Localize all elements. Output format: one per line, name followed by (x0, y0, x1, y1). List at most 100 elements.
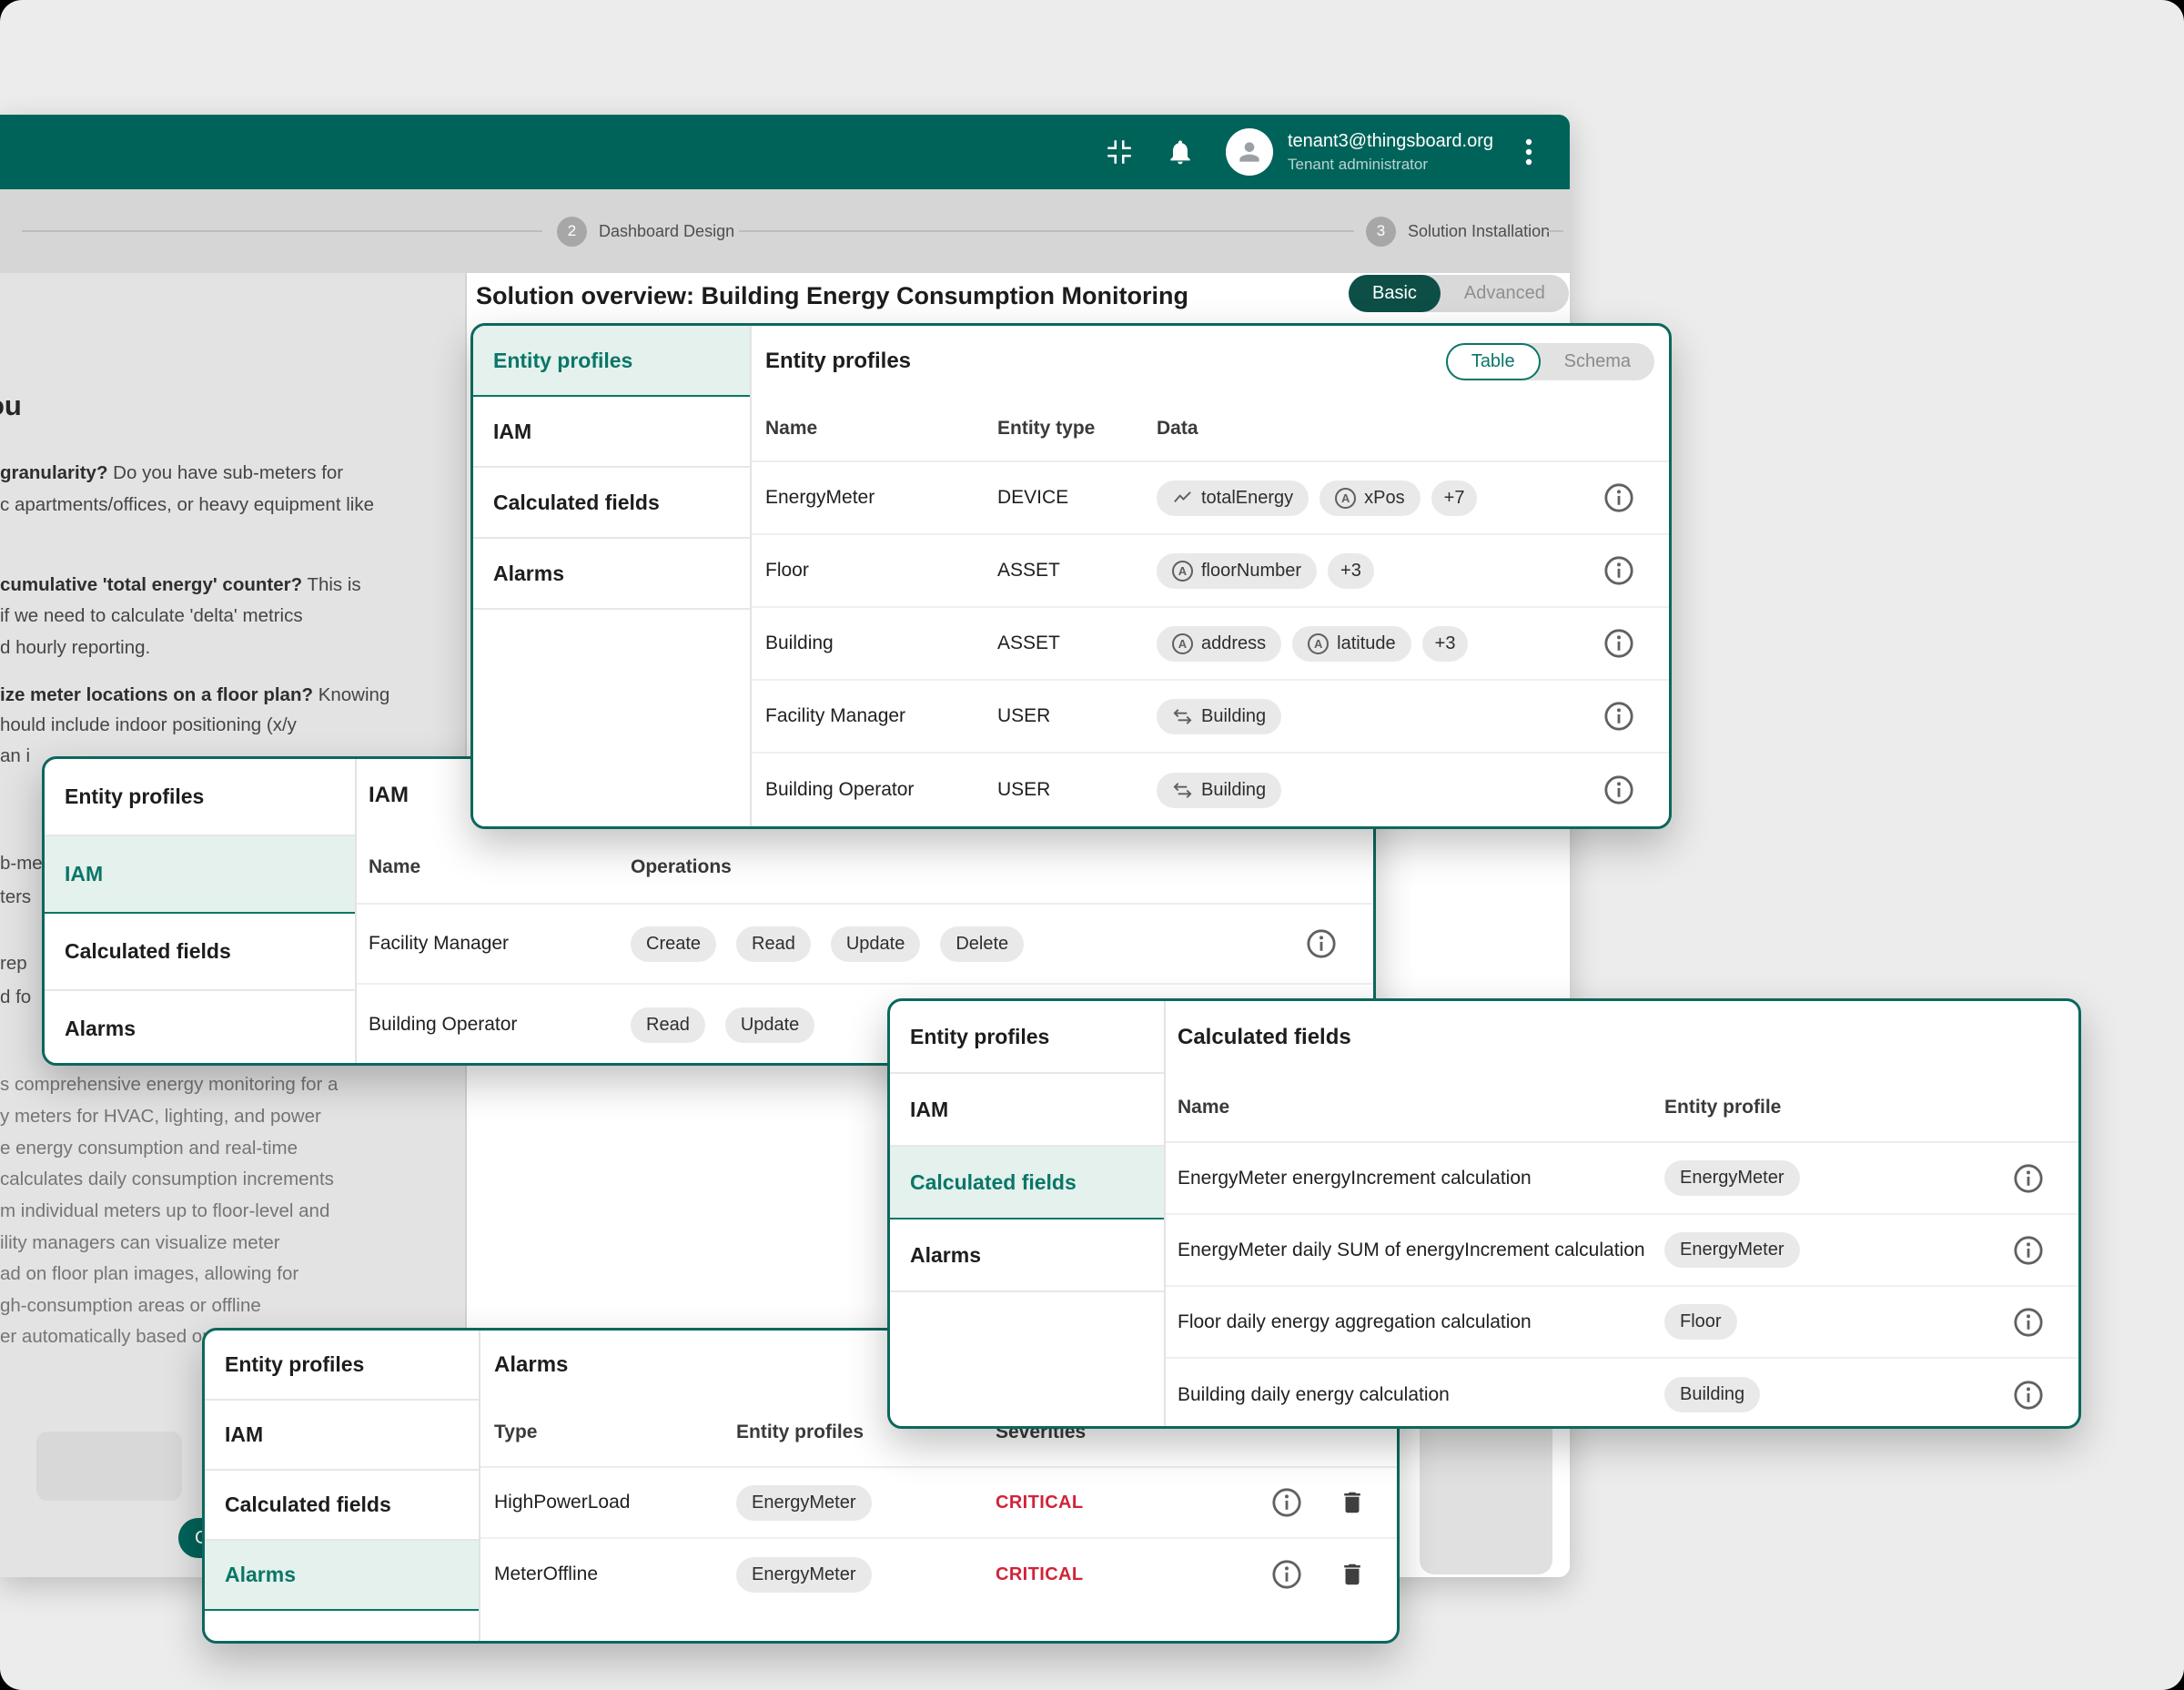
table-row[interactable]: Facility Manager Create Read Update Dele… (357, 905, 1373, 985)
column-header-entity-type: Entity type (997, 418, 1157, 440)
cell-data: Building (1157, 773, 1569, 808)
card-nav: Entity profiles IAM Calculated fields Al… (45, 759, 357, 1063)
cell-type: MeterOffline (494, 1564, 736, 1585)
table-row[interactable]: Building daily energy calculation Buildi… (1166, 1359, 2078, 1429)
nav-iam[interactable]: IAM (890, 1074, 1164, 1147)
description-line: m individual meters up to floor-level an… (0, 1200, 329, 1222)
basic-toggle-button[interactable]: Basic (1349, 275, 1441, 312)
calculated-fields-card: Entity profiles IAM Calculated fields Al… (887, 998, 2081, 1429)
delete-button[interactable] (1339, 1488, 1366, 1517)
timeseries-chip: totalEnergy (1157, 481, 1309, 516)
page-title: Solution overview: Building Energy Consu… (476, 282, 1188, 310)
cell-data: A floorNumber +3 (1157, 553, 1569, 589)
question-line: d hourly reporting. (0, 637, 150, 659)
info-button[interactable] (1306, 928, 1337, 959)
nav-label: Calculated fields (493, 491, 660, 515)
nav-calculated-fields[interactable]: Calculated fields (205, 1471, 479, 1541)
info-button[interactable] (1271, 1559, 1302, 1590)
info-button[interactable] (1603, 482, 1634, 513)
column-header-name: Name (1178, 1097, 1664, 1118)
more-chip[interactable]: +3 (1422, 626, 1469, 662)
stepper-line (739, 230, 1354, 232)
table-row[interactable]: MeterOffline EnergyMeter CRITICAL (480, 1539, 1397, 1610)
collapse-icon[interactable] (1104, 137, 1135, 167)
nav-iam[interactable]: IAM (45, 836, 355, 914)
relation-icon (1172, 706, 1193, 727)
cell-name: Building daily energy calculation (1178, 1384, 1664, 1406)
nav-label: Alarms (910, 1243, 981, 1268)
text-fragment: rep (0, 953, 27, 975)
description-line: calculates daily consumption increments (0, 1169, 334, 1190)
nav-alarms[interactable]: Alarms (205, 1541, 479, 1611)
notifications-bell-icon[interactable] (1166, 137, 1195, 167)
table-row[interactable]: Building ASSET A address A latitude +3 (752, 608, 1669, 681)
stepper-step-solution-installation[interactable]: 3 Solution Installation (1366, 189, 1550, 273)
nav-alarms[interactable]: Alarms (890, 1219, 1164, 1292)
more-chip[interactable]: +7 (1431, 481, 1478, 516)
schema-toggle-button[interactable]: Schema (1541, 343, 1654, 380)
info-button[interactable] (2013, 1163, 2044, 1194)
trash-icon (1339, 1560, 1366, 1589)
advanced-toggle-button[interactable]: Advanced (1441, 283, 1569, 304)
more-chip[interactable]: +3 (1328, 553, 1374, 589)
table-row[interactable]: EnergyMeter energyIncrement calculation … (1166, 1143, 2078, 1215)
nav-iam[interactable]: IAM (473, 397, 750, 468)
cell-name: Facility Manager (765, 705, 997, 727)
delete-button[interactable] (1339, 1560, 1366, 1589)
question-line: cumulative 'total energy' counter? This … (0, 574, 361, 596)
nav-calculated-fields[interactable]: Calculated fields (890, 1147, 1164, 1219)
person-icon (1235, 137, 1264, 167)
cell-name: Building (765, 632, 997, 654)
step-label: Solution Installation (1408, 222, 1550, 241)
nav-calculated-fields[interactable]: Calculated fields (473, 468, 750, 539)
nav-entity-profiles[interactable]: Entity profiles (205, 1331, 479, 1401)
table-row[interactable]: Facility Manager USER Building (752, 681, 1669, 754)
info-button[interactable] (1271, 1487, 1302, 1518)
avatar (1226, 128, 1273, 176)
app-header: tenant3@thingsboard.org Tenant administr… (0, 115, 1570, 189)
table-row[interactable]: Building Operator USER Building (752, 754, 1669, 826)
info-button[interactable] (1603, 555, 1634, 586)
column-header-type: Type (494, 1422, 736, 1443)
stepper: 2 Dashboard Design 3 Solution Installati… (0, 189, 1570, 273)
nav-entity-profiles[interactable]: Entity profiles (45, 759, 355, 836)
nav-calculated-fields[interactable]: Calculated fields (45, 914, 355, 991)
nav-label: Calculated fields (910, 1170, 1077, 1195)
cell-entity-type: ASSET (997, 632, 1157, 654)
nav-label: IAM (225, 1422, 263, 1447)
column-header-operations: Operations (631, 856, 1373, 878)
info-button[interactable] (2013, 1380, 2044, 1411)
table-toggle-button[interactable]: Table (1446, 343, 1541, 380)
nav-entity-profiles[interactable]: Entity profiles (890, 1001, 1164, 1074)
info-button[interactable] (2013, 1307, 2044, 1338)
operation-chip: Read (631, 1007, 705, 1043)
table-row[interactable]: EnergyMeter DEVICE totalEnergy A xPos +7 (752, 462, 1669, 535)
table-row[interactable]: EnergyMeter daily SUM of energyIncrement… (1166, 1215, 2078, 1287)
column-header-entity-profile: Entity profile (1664, 1097, 2078, 1118)
info-button[interactable] (1603, 701, 1634, 732)
table-row[interactable]: Floor ASSET A floorNumber +3 (752, 535, 1669, 608)
nav-alarms[interactable]: Alarms (45, 991, 355, 1066)
entity-profiles-card: Entity profiles IAM Calculated fields Al… (470, 323, 1672, 829)
nav-entity-profiles[interactable]: Entity profiles (473, 326, 750, 397)
column-header-name: Name (765, 418, 997, 440)
nav-alarms[interactable]: Alarms (473, 539, 750, 610)
text-fragment: b-me (0, 853, 43, 875)
info-button[interactable] (1603, 774, 1634, 805)
view-toggle: Table Schema (1446, 343, 1654, 380)
description-line: gh-consumption areas or offline (0, 1295, 261, 1317)
entity-profile-chip: EnergyMeter (736, 1557, 872, 1593)
more-menu-icon[interactable] (1524, 136, 1533, 168)
stepper-step-dashboard-design[interactable]: 2 Dashboard Design (557, 189, 734, 273)
info-button[interactable] (1603, 628, 1634, 659)
nav-iam[interactable]: IAM (205, 1401, 479, 1471)
operation-chip: Read (736, 926, 811, 962)
table-row[interactable]: Floor daily energy aggregation calculati… (1166, 1287, 2078, 1359)
nav-label: IAM (493, 420, 531, 444)
text-fragment: ters (0, 886, 31, 908)
table-row[interactable]: HighPowerLoad EnergyMeter CRITICAL (480, 1468, 1397, 1539)
text-fragment: d fo (0, 987, 31, 1008)
user-menu[interactable]: tenant3@thingsboard.org Tenant administr… (1226, 128, 1493, 176)
description-line: y meters for HVAC, lighting, and power (0, 1106, 321, 1128)
info-button[interactable] (2013, 1235, 2044, 1266)
